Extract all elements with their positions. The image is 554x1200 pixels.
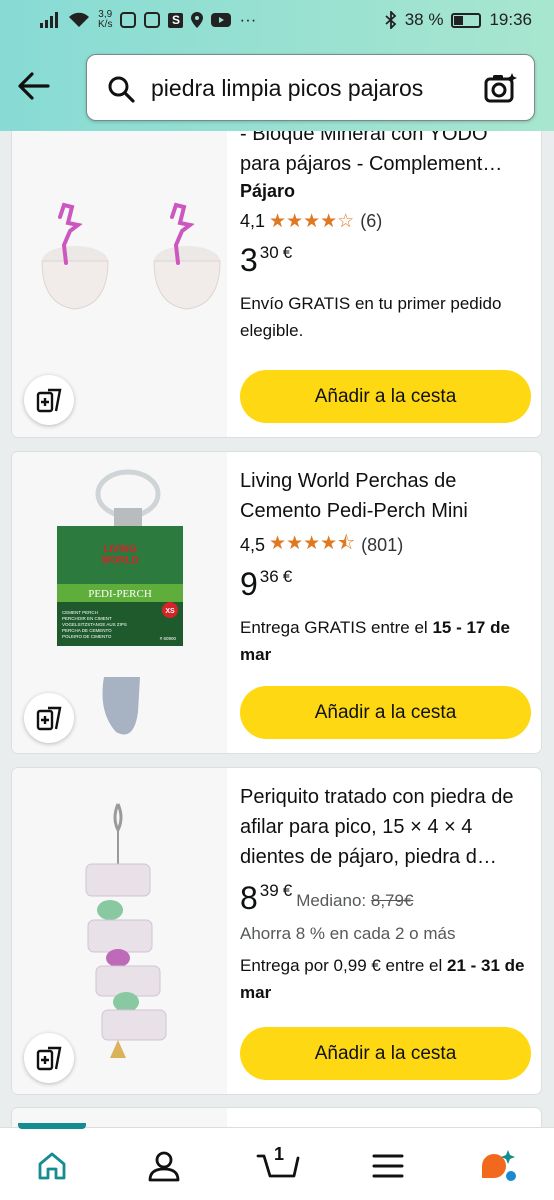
more-notifications: ··· [239,10,257,29]
add-to-cart-button[interactable]: Añadir a la cesta [240,1027,531,1080]
add-to-cart-button[interactable]: Añadir a la cesta [240,686,531,739]
bluetooth-icon [385,11,397,29]
package-desc-1: CEMENT PERCH [62,610,98,615]
network-speed: 3,9 K/s [98,9,113,30]
rating-value: 4,1 [240,210,266,231]
instagram-icon-2 [144,12,161,28]
home-icon [38,1152,66,1180]
app-s-icon: S [168,12,184,28]
product-info: Periquito tratado con piedra de afilar p… [240,782,531,1006]
saving-note: Ahorra 8 % en cada 2 o más [240,924,456,943]
delivery-info: Entrega por 0,99 € entre el 21 - 31 de m… [240,956,525,1002]
youtube-icon [211,13,232,27]
price-fraction: 39 [259,881,279,900]
bottom-navigation: 1 [0,1123,554,1200]
rating-row[interactable]: 4,5 ★★★★⯪ (801) [240,532,531,558]
active-tab-indicator [18,1123,86,1129]
menu-icon [372,1154,404,1178]
package-product: PEDI-PERCH [88,588,152,600]
product-title[interactable]: Living World Perchas de Cemento Pedi-Per… [240,466,531,526]
product-info: - Bloque Mineral con YODO para pájaros -… [240,119,531,344]
clock: 19:36 [489,10,532,29]
package-brand-1: LIVING [103,544,137,555]
cart-count: 1 [274,1144,285,1164]
back-arrow-icon[interactable] [16,68,52,104]
nav-account[interactable] [144,1146,184,1186]
rating-row[interactable]: 4,1 ★★★★☆ (6) [240,208,531,234]
price-currency: € [282,243,293,262]
account-icon [148,1151,180,1182]
location-icon [191,12,204,28]
product-info: Living World Perchas de Cemento Pedi-Per… [240,466,531,668]
price: 8 39 € Mediano: 8,79€ [240,880,531,920]
price-currency: € [282,881,293,900]
product-card[interactable]: Periquito tratado con piedra de afilar p… [12,768,541,1094]
nav-home[interactable] [32,1146,72,1186]
nav-cart[interactable]: 1 [254,1144,304,1186]
price-whole: 8 [240,880,258,916]
price-currency: € [282,567,293,586]
star-rating-icon: ★★★★⯪ [269,533,356,554]
search-input[interactable]: piedra limpia picos pajaros [151,75,423,102]
price: 9 36 € [240,566,531,606]
package-desc-4: PERCHA DE CEMENTO [62,628,112,633]
product-title[interactable]: Periquito tratado con piedra de afilar p… [240,782,531,872]
median-price: Mediano: 8,79€ [296,891,414,910]
rating-value: 4,5 [240,534,266,555]
product-brand: Pájaro [240,181,296,201]
product-card[interactable]: - Bloque Mineral con YODO para pájaros -… [12,95,541,437]
delivery-info: Envío GRATIS en tu primer pedido elegibl… [240,294,502,340]
price-fraction: 30 [259,243,279,262]
signal-icon [40,12,58,28]
search-bar[interactable]: piedra limpia picos pajaros [86,54,535,121]
price-fraction: 36 [259,567,279,586]
product-card[interactable]: LIVING WORLD PEDI-PERCH XS CEMENT PERCH … [12,452,541,753]
package-code: # 60900 [160,636,177,641]
battery-percent: 38 % [404,10,444,29]
review-count: (801) [361,534,404,555]
compare-icon[interactable] [24,693,74,743]
package-desc-3: VOGELSITZSTANGE AUS ZIPS [62,622,127,627]
compare-icon[interactable] [24,375,74,425]
wifi-icon [69,12,89,27]
price-whole: 3 [240,242,258,278]
package-size: XS [165,608,175,615]
battery-icon [451,12,482,28]
package-desc-5: POLEIRO DE CIMENTO [62,634,112,639]
status-bar: 3,9 K/s S ··· 38 % 19:36 [0,0,554,40]
instagram-icon [120,12,137,28]
star-rating-icon: ★★★★☆ [269,210,355,232]
add-to-cart-button[interactable]: Añadir a la cesta [240,370,531,423]
nav-rufus[interactable] [478,1146,518,1186]
rufus-assistant-icon [482,1150,516,1181]
search-icon[interactable] [107,75,135,103]
delivery-info: Entrega GRATIS entre el 15 - 17 de mar [240,618,510,664]
compare-icon[interactable] [24,1033,74,1083]
package-brand-2: WORLD [101,555,139,566]
nav-menu[interactable] [368,1146,408,1186]
app-header: 3,9 K/s S ··· 38 % 19:36 piedra limpia pi… [0,0,554,131]
camera-search-icon[interactable] [484,71,518,105]
package-desc-2: PERCHOIR EN CIMENT [62,616,112,621]
price-whole: 9 [240,566,258,602]
review-count: (6) [360,210,383,231]
price: 3 30 € [240,242,531,282]
